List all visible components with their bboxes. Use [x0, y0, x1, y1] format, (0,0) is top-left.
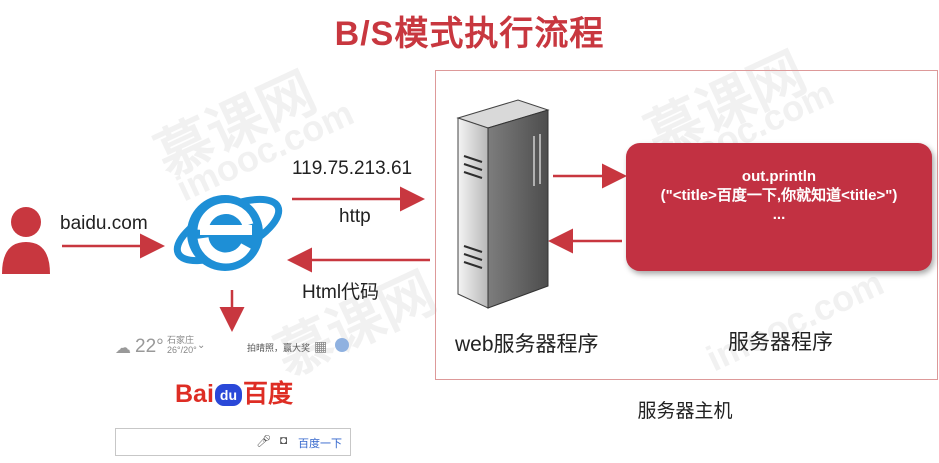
baidu-logo: Bai du 百度 — [175, 374, 293, 408]
camera-icon[interactable]: ◘ — [280, 433, 287, 447]
url-label: baidu.com — [60, 213, 148, 234]
code-line: out.println — [741, 168, 817, 185]
ip-label: 119.75.213.61 — [292, 158, 413, 179]
hot-news-link[interactable]: 拍晴照，赢大奖 — [247, 341, 310, 354]
logo-text-left: Bai — [175, 380, 214, 408]
server-program-box: out.println ("<title>百度一下,你就知道<title>") … — [626, 143, 932, 271]
cloud-icon: ☁ — [115, 340, 131, 357]
code-line: ... — [772, 206, 786, 223]
paw-icon: du — [214, 384, 243, 406]
response-label: Html代码 — [302, 282, 380, 303]
code-line: ("<title>百度一下,你就知道<title>") — [660, 187, 898, 204]
logo-text-right: 百度 — [243, 380, 294, 408]
qr-code-icon[interactable]: ▦ — [314, 338, 327, 355]
user-icon — [2, 207, 50, 274]
server-host-label: 服务器主机 — [637, 401, 733, 422]
microphone-icon[interactable]: 🎤︎ — [256, 434, 271, 448]
search-button[interactable]: 百度一下 — [298, 435, 342, 451]
server-program-label: 服务器程序 — [728, 331, 833, 354]
avatar[interactable] — [335, 338, 349, 352]
search-input[interactable]: 🎤︎ ◘ 百度一下 — [115, 428, 351, 456]
chevron-down-icon[interactable]: ⌄ — [197, 340, 205, 351]
weather-temp: 22° — [135, 336, 164, 357]
weather-range: 26°/20° — [167, 345, 197, 355]
protocol-label: http — [339, 206, 371, 227]
web-server-label: web服务器程序 — [455, 333, 599, 356]
ie-browser-icon — [173, 195, 283, 271]
baidu-top-strip: ☁ 22° 石家庄 26°/20° ⌄ 拍晴照，赢大奖 ▦ — [115, 335, 360, 358]
server-icon — [456, 99, 550, 309]
